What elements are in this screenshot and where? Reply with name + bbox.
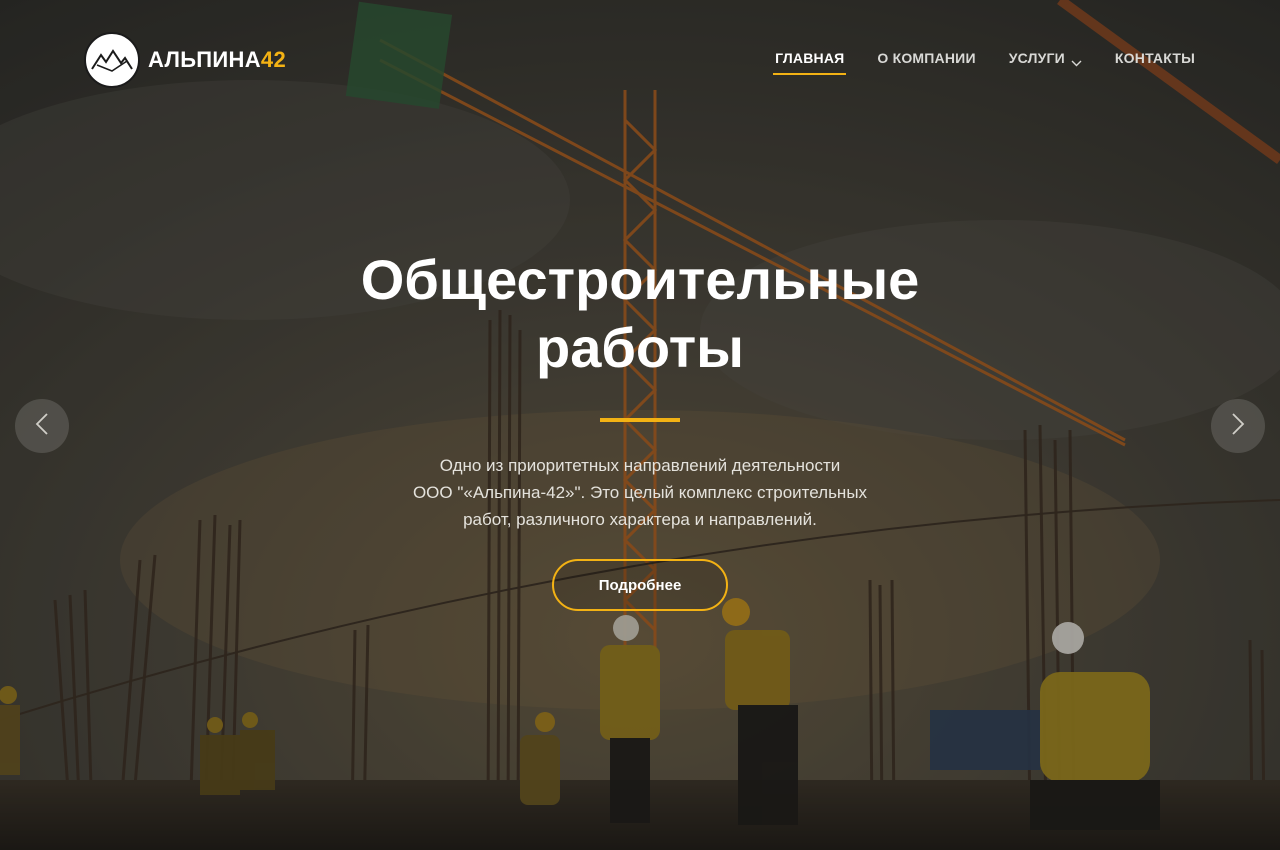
chevron-right-icon xyxy=(1231,412,1245,441)
brand-name: АЛЬПИНА42 xyxy=(148,47,286,73)
slide-description-line: ООО "«Альпина-42»". Это целый комплекс с… xyxy=(412,483,868,502)
nav-item-services[interactable]: УСЛУГИ xyxy=(1009,50,1082,76)
slider-prev-button[interactable] xyxy=(15,399,69,453)
slide-title: Общестроительные работы xyxy=(330,246,950,382)
brand-name-main: АЛЬПИНА xyxy=(148,47,261,72)
nav-item-label: О КОМПАНИИ xyxy=(877,50,976,66)
mountains-logo-icon xyxy=(84,32,140,88)
more-button[interactable]: Подробнее xyxy=(552,559,728,611)
nav-item-label: КОНТАКТЫ xyxy=(1114,50,1195,66)
nav-item-home[interactable]: ГЛАВНАЯ xyxy=(773,50,847,76)
slide-description: Одно из приоритетных направлений деятель… xyxy=(380,452,900,533)
main-nav: ГЛАВНАЯ О КОМПАНИИ УСЛУГИ КОНТАКТЫ xyxy=(742,50,1195,76)
nav-item-label: УСЛУГИ xyxy=(1008,50,1065,66)
nav-item-contacts[interactable]: КОНТАКТЫ xyxy=(1115,50,1195,76)
slide-title-line: работы xyxy=(535,316,744,379)
slide-description-line: работ, различного характера и направлени… xyxy=(463,510,817,529)
slide-title-line: Общестроительные xyxy=(360,248,920,311)
slide-content: Общестроительные работы Одно из приорите… xyxy=(0,246,1280,611)
brand-name-accent: 42 xyxy=(260,47,286,72)
nav-item-about[interactable]: О КОМПАНИИ xyxy=(877,50,975,76)
site-header: АЛЬПИНА42 ГЛАВНАЯ О КОМПАНИИ УСЛУГИ КОНТ… xyxy=(0,0,1280,120)
logo-link[interactable]: АЛЬПИНА42 xyxy=(84,32,286,88)
chevron-down-icon xyxy=(1071,54,1082,70)
title-divider xyxy=(600,418,680,422)
slide-description-line: Одно из приоритетных направлений деятель… xyxy=(439,456,841,475)
chevron-left-icon xyxy=(35,412,49,441)
nav-item-label: ГЛАВНАЯ xyxy=(775,50,845,66)
hero-slider: АЛЬПИНА42 ГЛАВНАЯ О КОМПАНИИ УСЛУГИ КОНТ… xyxy=(0,0,1280,850)
slider-next-button[interactable] xyxy=(1211,399,1265,453)
